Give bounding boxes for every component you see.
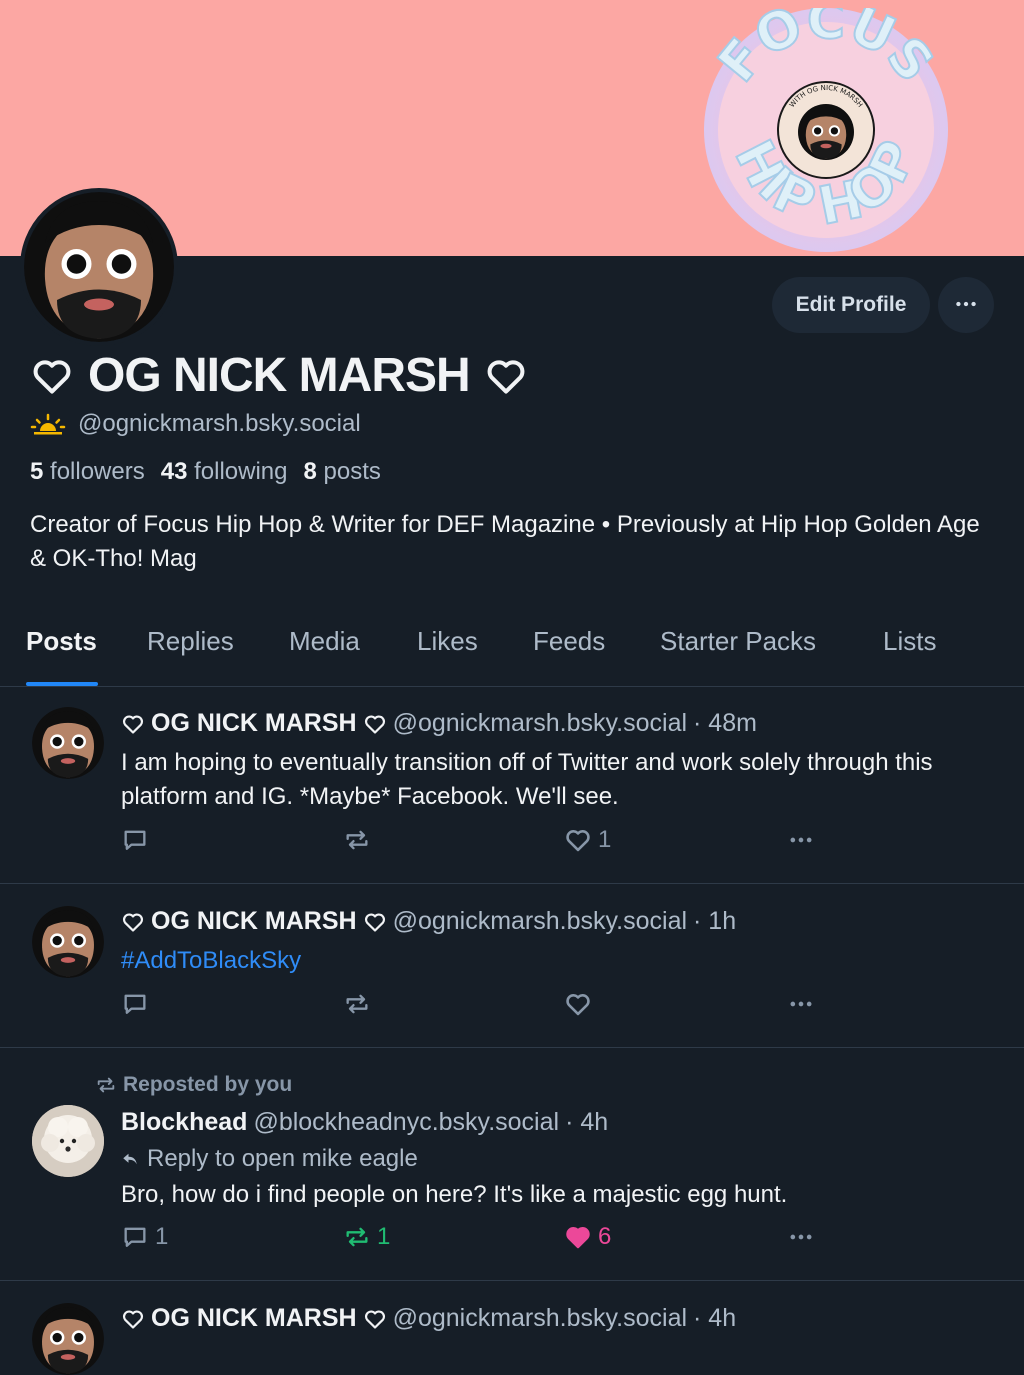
post-avatar[interactable] — [32, 1105, 104, 1177]
like-icon — [564, 826, 592, 854]
post-time[interactable]: · 1h — [693, 907, 736, 936]
repost-button[interactable] — [343, 826, 371, 854]
more-icon — [785, 826, 817, 854]
heart-icon — [363, 712, 387, 736]
post-actions — [121, 990, 821, 1024]
post-author[interactable]: Blockhead — [121, 1108, 247, 1137]
post-handle[interactable]: @ognickmarsh.bsky.social — [393, 709, 687, 738]
tab-starter-packs[interactable]: Starter Packs — [660, 626, 816, 657]
post-handle[interactable]: @blockheadnyc.bsky.social — [253, 1108, 559, 1137]
avatar-image — [24, 192, 174, 342]
profile-stats: 5 followers 43 following 8 posts — [30, 458, 381, 486]
post-item[interactable]: OG NICK MARSH @ognickmarsh.bsky.social ·… — [0, 884, 1024, 1048]
more-icon — [953, 291, 979, 317]
post-text: Bro, how do i find people on here? It's … — [121, 1181, 788, 1208]
heart-icon — [121, 1307, 145, 1331]
sunrise-icon — [30, 413, 66, 435]
reply-button[interactable]: 1 — [121, 1223, 168, 1251]
hashtag-link[interactable]: #AddToBlackSky — [121, 944, 981, 978]
reply-arrow-icon — [123, 1153, 137, 1165]
post-header: OG NICK MARSH @ognickmarsh.bsky.social ·… — [121, 709, 757, 738]
followers-link[interactable]: 5 followers — [30, 458, 145, 486]
display-name: OG NICK MARSH — [30, 348, 528, 403]
repost-icon — [343, 990, 371, 1018]
handle: @ognickmarsh.bsky.social — [78, 410, 361, 437]
heart-icon — [363, 910, 387, 934]
tab-media[interactable]: Media — [289, 626, 360, 657]
post-header: OG NICK MARSH @ognickmarsh.bsky.social ·… — [121, 907, 736, 936]
like-button[interactable]: 1 — [564, 826, 611, 854]
posts-count: 8 posts — [303, 458, 381, 485]
post-handle[interactable]: @ognickmarsh.bsky.social — [393, 907, 687, 936]
heart-icon — [363, 1307, 387, 1331]
like-button[interactable]: 6 — [564, 1223, 611, 1251]
like-button[interactable] — [564, 990, 592, 1018]
tab-posts[interactable]: Posts — [26, 626, 97, 657]
post-avatar[interactable] — [32, 1303, 104, 1375]
post-actions: 1 — [121, 826, 821, 860]
like-icon-filled — [564, 1223, 592, 1251]
repost-icon — [343, 1223, 371, 1251]
tab-likes[interactable]: Likes — [417, 626, 478, 657]
repost-count: 1 — [377, 1223, 391, 1250]
reply-count: 1 — [155, 1223, 169, 1250]
reply-button[interactable] — [121, 826, 149, 854]
post-time[interactable]: · 48m — [693, 709, 757, 738]
profile-bio: Creator of Focus Hip Hop & Writer for DE… — [30, 511, 980, 572]
heart-icon — [121, 712, 145, 736]
like-icon — [564, 990, 592, 1018]
profile-avatar[interactable] — [20, 188, 178, 346]
heart-icon — [484, 354, 528, 398]
post-author[interactable]: OG NICK MARSH — [121, 907, 387, 936]
reply-to-indicator[interactable]: Reply to open mike eagle — [121, 1145, 418, 1173]
post-time[interactable]: · 4h — [565, 1108, 608, 1137]
tab-lists[interactable]: Lists — [883, 626, 936, 657]
repost-button[interactable]: 1 — [343, 1223, 390, 1251]
tab-feeds[interactable]: Feeds — [533, 626, 605, 657]
post-more-button[interactable] — [785, 990, 817, 1018]
edit-profile-button[interactable]: Edit Profile — [772, 277, 930, 333]
reply-icon — [121, 990, 149, 1018]
active-tab-indicator — [26, 682, 98, 686]
dog-avatar-image — [32, 1105, 104, 1177]
heart-icon — [30, 354, 74, 398]
post-author[interactable]: OG NICK MARSH — [121, 709, 387, 738]
tab-replies[interactable]: Replies — [147, 626, 234, 657]
repost-icon — [343, 826, 371, 854]
post-item[interactable]: OG NICK MARSH @ognickmarsh.bsky.social ·… — [0, 687, 1024, 884]
post-actions: 1 1 6 — [121, 1223, 821, 1257]
handle-row: @ognickmarsh.bsky.social — [30, 410, 361, 438]
repost-button[interactable] — [343, 990, 371, 1018]
post-more-button[interactable] — [785, 826, 817, 854]
reply-icon — [121, 826, 149, 854]
post-more-button[interactable] — [785, 1223, 817, 1251]
post-avatar[interactable] — [32, 707, 104, 779]
more-icon — [785, 1223, 817, 1251]
more-options-button[interactable] — [938, 277, 994, 333]
heart-icon — [121, 910, 145, 934]
more-icon — [785, 990, 817, 1018]
reposted-by-indicator[interactable]: Reposted by you — [95, 1073, 292, 1097]
reply-button[interactable] — [121, 990, 149, 1018]
focus-hip-hop-badge-logo: FOCUS HIP HOP WITH OG NICK MARSH — [704, 8, 948, 252]
post-header: Blockhead @blockheadnyc.bsky.social · 4h — [121, 1108, 608, 1137]
following-link[interactable]: 43 following — [161, 458, 288, 486]
post-item[interactable]: OG NICK MARSH @ognickmarsh.bsky.social ·… — [0, 1281, 1024, 1375]
profile-tabs: Posts Replies Media Likes Feeds Starter … — [0, 600, 1024, 687]
display-name-text: OG NICK MARSH — [88, 349, 471, 402]
like-count: 6 — [598, 1223, 612, 1250]
like-count: 1 — [598, 826, 612, 853]
reply-icon — [121, 1223, 149, 1251]
post-avatar[interactable] — [32, 906, 104, 978]
repost-icon — [95, 1074, 117, 1096]
post-text: I am hoping to eventually transition off… — [121, 749, 933, 810]
